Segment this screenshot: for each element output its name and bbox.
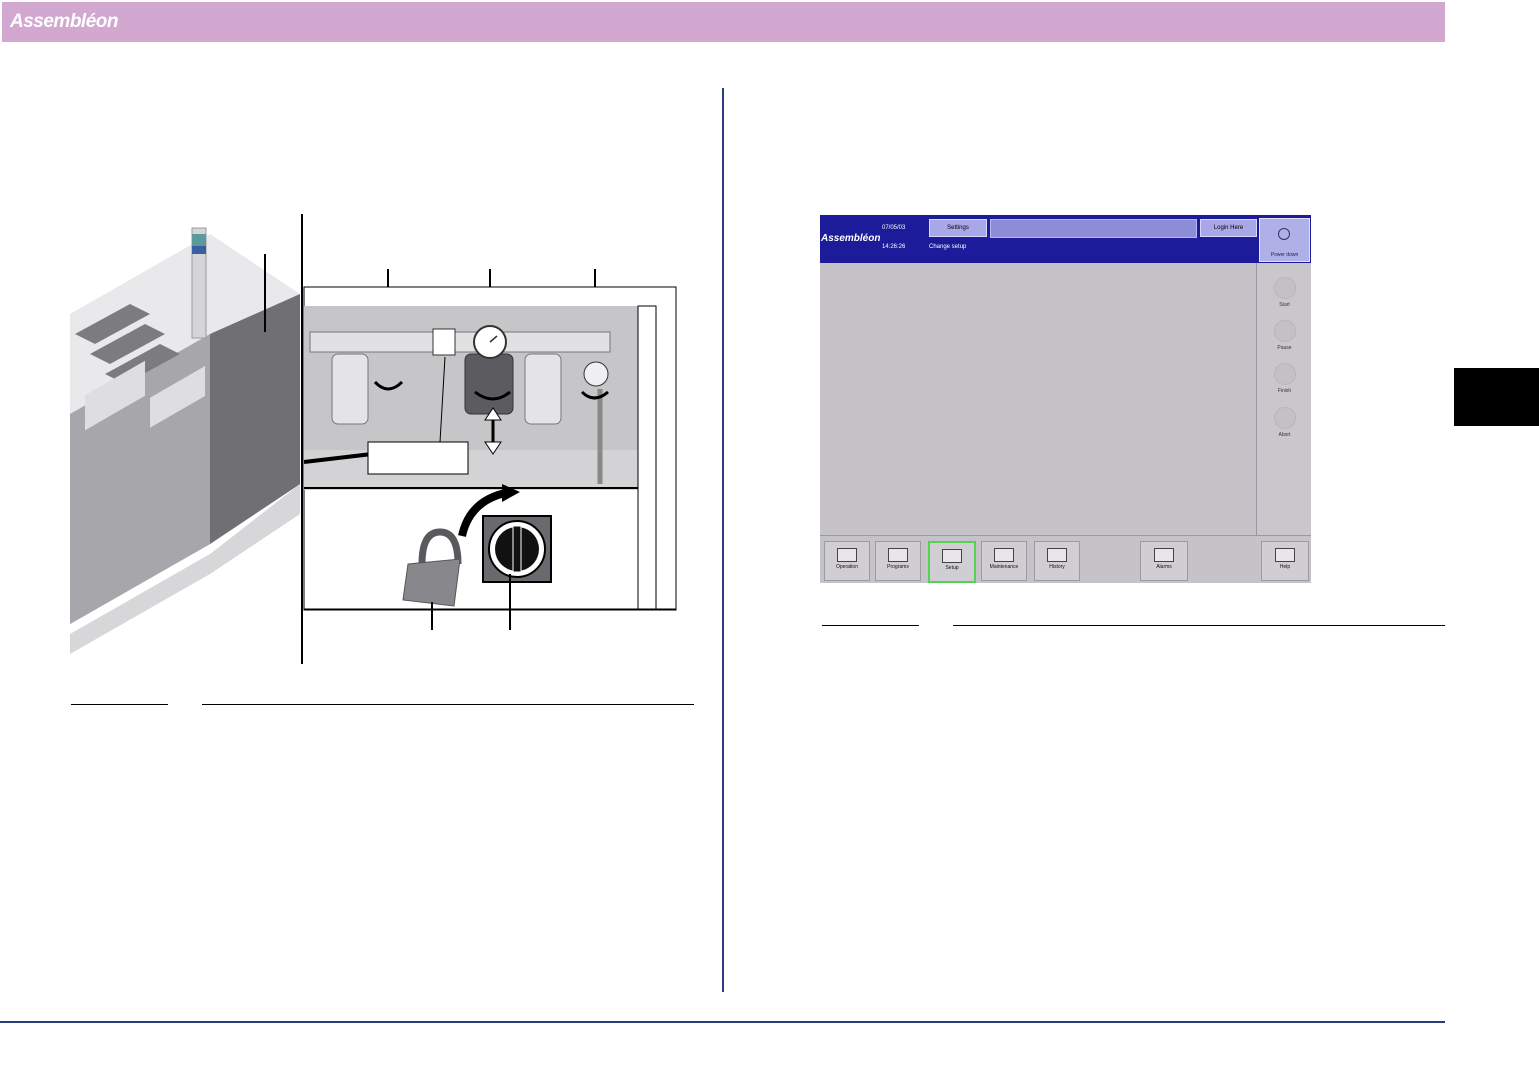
machine-illustration xyxy=(70,214,690,664)
screen-logo: Assembléon xyxy=(821,233,881,244)
finish-button[interactable]: Finish xyxy=(1257,363,1311,394)
abort-circle-icon xyxy=(1273,407,1296,429)
power-down-label: Power down xyxy=(1270,252,1299,258)
tab-setup[interactable]: Setup xyxy=(928,541,976,583)
tab-maintenance-label: Maintenance xyxy=(989,564,1019,570)
history-chart-icon xyxy=(1047,548,1067,562)
pause-circle-icon xyxy=(1273,320,1296,342)
screen-side-panel: Start Pause Finish Abort xyxy=(1256,263,1311,535)
status-field xyxy=(990,219,1197,238)
power-icon xyxy=(1278,228,1290,240)
brand-logo: Assembléon xyxy=(10,11,118,32)
screen-subtitle: Change setup xyxy=(929,244,967,250)
power-down-button[interactable]: Power down xyxy=(1259,218,1310,262)
screen-date: 07/05/03 xyxy=(882,225,906,231)
login-button[interactable]: Login Here xyxy=(1200,219,1257,237)
screen-time: 14:26:26 xyxy=(882,244,906,250)
pause-label: Pause xyxy=(1277,345,1292,351)
left-caption-rule-long xyxy=(202,704,694,705)
alarms-icon xyxy=(1154,548,1174,562)
machine-screen: Assembléon 07/05/03 14:26:26 Settings Lo… xyxy=(820,215,1311,583)
tab-programs[interactable]: Programs xyxy=(875,541,921,581)
footer-rule xyxy=(0,1021,1445,1023)
start-circle-icon xyxy=(1273,277,1296,299)
tab-history-label: History xyxy=(1049,564,1065,570)
settings-button[interactable]: Settings xyxy=(929,219,987,237)
tab-operation-label: Operation xyxy=(836,564,858,570)
programs-icon xyxy=(888,548,908,562)
tab-programs-label: Programs xyxy=(887,564,909,570)
tab-help-label: Help xyxy=(1279,564,1291,570)
tab-alarms-label: Alarms xyxy=(1156,564,1172,570)
right-caption-rule-long xyxy=(953,625,1445,626)
tab-setup-label: Setup xyxy=(945,565,959,571)
tab-maintenance[interactable]: Maintenance xyxy=(981,541,1027,581)
tab-history[interactable]: History xyxy=(1034,541,1080,581)
column-divider xyxy=(722,88,724,992)
right-caption-rule-short xyxy=(822,625,919,626)
header-band: Assembléon xyxy=(2,2,1445,42)
screen-top-bar: Assembléon 07/05/03 14:26:26 Settings Lo… xyxy=(820,215,1311,263)
left-caption-rule-short xyxy=(71,704,168,705)
screen-tab-bar: Operation Programs Setup Maintenance His… xyxy=(820,535,1311,583)
tab-alarms[interactable]: Alarms xyxy=(1140,541,1188,581)
finish-label: Finish xyxy=(1277,388,1292,394)
tab-operation[interactable]: Operation xyxy=(824,541,870,581)
abort-label: Abort xyxy=(1278,432,1291,438)
setup-icon xyxy=(942,549,962,563)
help-icon xyxy=(1275,548,1295,562)
operation-icon xyxy=(837,548,857,562)
wrench-icon xyxy=(994,548,1014,562)
start-button[interactable]: Start xyxy=(1257,277,1311,308)
chapter-tab xyxy=(1454,368,1539,426)
abort-button[interactable]: Abort xyxy=(1257,407,1311,438)
finish-circle-icon xyxy=(1273,363,1296,385)
tab-help[interactable]: Help xyxy=(1261,541,1309,581)
pause-button[interactable]: Pause xyxy=(1257,320,1311,351)
start-label: Start xyxy=(1279,302,1290,308)
